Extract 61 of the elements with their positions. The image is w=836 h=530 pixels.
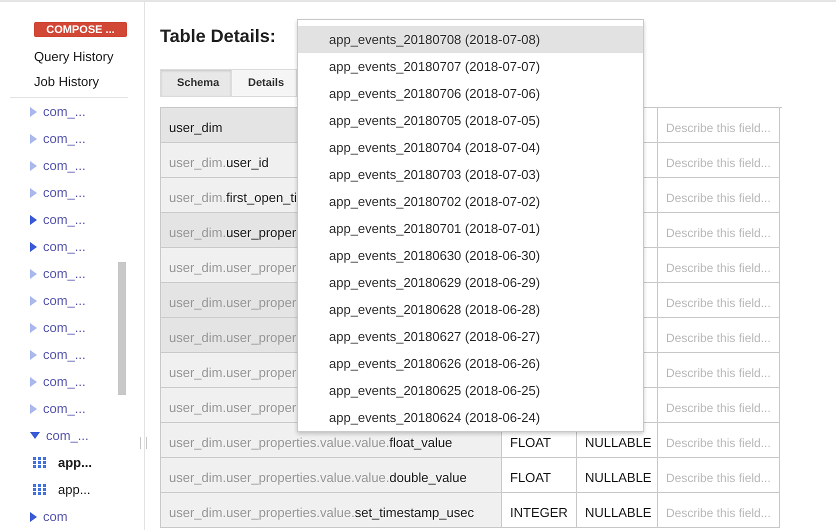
field-name: user_dim.user_id	[169, 155, 269, 170]
dropdown-item[interactable]: app_events_20180624 (2018-06-24)	[298, 404, 643, 431]
dataset-name[interactable]: com_...	[43, 212, 86, 227]
type-cell: INTEGER	[502, 493, 577, 528]
field-name: user_dim	[169, 120, 222, 135]
dataset-name[interactable]: com_...	[43, 239, 86, 254]
dataset-name[interactable]: com_...	[43, 401, 86, 416]
dataset-name[interactable]: com_...	[43, 320, 86, 335]
table-name[interactable]: app...	[58, 455, 92, 470]
dataset-name[interactable]: com_...	[46, 428, 89, 443]
dataset-name[interactable]: com_...	[43, 293, 86, 308]
field-name: user_dim.user_properties.value.value.double_value	[169, 470, 467, 485]
mode-cell: NULLABLE	[577, 493, 658, 528]
resize-handle[interactable]	[140, 437, 147, 449]
dataset-name[interactable]: com_...	[43, 131, 86, 146]
dataset-name[interactable]: com_...	[43, 374, 86, 389]
field-name: user_dim.user_proper	[169, 225, 296, 240]
dataset-name[interactable]: com_...	[43, 158, 86, 173]
dataset-name[interactable]: com	[43, 509, 68, 524]
tab[interactable]: Schema	[160, 69, 232, 97]
scrollbar-thumb[interactable]	[118, 262, 126, 395]
compose-button[interactable]: COMPOSE ...	[34, 22, 127, 37]
caret-down-icon[interactable]	[30, 432, 40, 439]
caret-right-icon[interactable]	[30, 512, 37, 522]
nav-link[interactable]: Query History	[34, 44, 114, 69]
mode-cell: NULLABLE	[577, 458, 658, 493]
field-name: user_dim.user_proper	[169, 295, 296, 310]
table-name[interactable]: app...	[58, 482, 91, 497]
caret-right-icon[interactable]	[30, 214, 37, 224]
dataset-name[interactable]: com_...	[43, 104, 86, 119]
dropdown-item[interactable]: app_events_20180707 (2018-07-07)	[298, 53, 643, 80]
type-cell: FLOAT	[502, 458, 577, 493]
table-icon	[33, 484, 46, 495]
field-name: user_dim.user_proper	[169, 365, 296, 380]
dropdown-item[interactable]: app_events_20180629 (2018-06-29)	[298, 269, 643, 296]
field-name: user_dim.user_proper	[169, 260, 296, 275]
dropdown-item[interactable]: app_events_20180705 (2018-07-05)	[298, 107, 643, 134]
caret-right-icon[interactable]	[30, 242, 37, 252]
tab[interactable]: Details	[231, 69, 297, 97]
nav-link[interactable]: Job History	[34, 69, 100, 94]
dataset-name[interactable]: com_...	[43, 185, 86, 200]
dropdown-item[interactable]: app_events_20180625 (2018-06-25)	[298, 377, 643, 404]
dropdown-item[interactable]: app_events_20180630 (2018-06-30)	[298, 242, 643, 269]
dropdown-item[interactable]: app_events_20180627 (2018-06-27)	[298, 323, 643, 350]
dropdown-item[interactable]: app_events_20180708 (2018-07-08)	[298, 26, 643, 53]
field-name: user_dim.user_proper	[169, 400, 296, 415]
field-name: user_dim.first_open_ti	[169, 190, 297, 205]
dataset-name[interactable]: com_...	[43, 347, 86, 362]
dropdown-item[interactable]: app_events_20180702 (2018-07-02)	[298, 188, 643, 215]
dropdown-item[interactable]: app_events_20180703 (2018-07-03)	[298, 161, 643, 188]
field-name: user_dim.user_proper	[169, 330, 296, 345]
page-title: Table Details:	[160, 25, 276, 48]
field-name: user_dim.user_properties.value.set_timestamp_usec	[169, 505, 474, 520]
table-icon	[33, 457, 46, 468]
dropdown-item[interactable]: app_events_20180628 (2018-06-28)	[298, 296, 643, 323]
dropdown-item[interactable]: app_events_20180626 (2018-06-26)	[298, 350, 643, 377]
field-name: user_dim.user_properties.value.value.float_value	[169, 435, 452, 450]
dropdown-item[interactable]: app_events_20180706 (2018-07-06)	[298, 80, 643, 107]
dropdown-item[interactable]: app_events_20180701 (2018-07-01)	[298, 215, 643, 242]
dropdown-item[interactable]: app_events_20180704 (2018-07-04)	[298, 134, 643, 161]
dataset-name[interactable]: com_...	[43, 266, 86, 281]
